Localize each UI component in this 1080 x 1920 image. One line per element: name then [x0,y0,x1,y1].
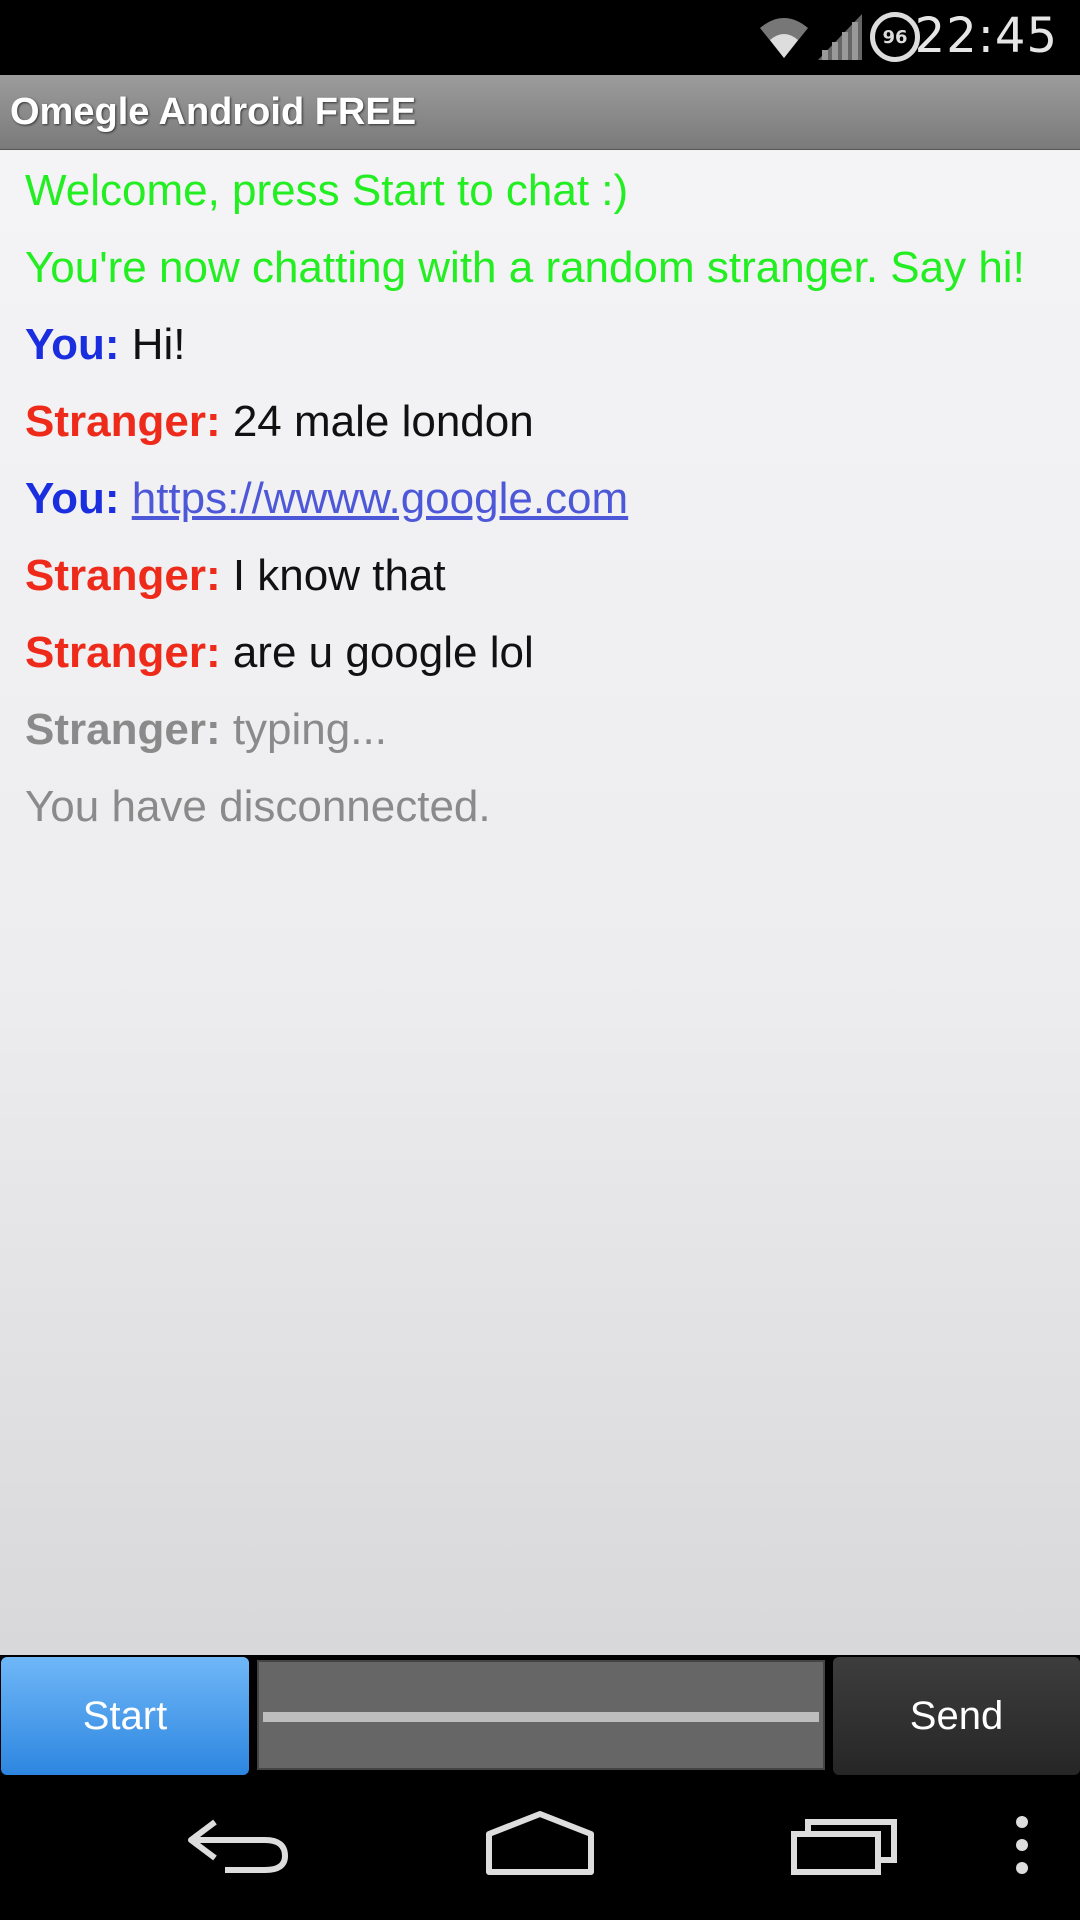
start-button[interactable]: Start [1,1657,249,1775]
speaker-label-you: You: [25,320,120,369]
disconnected-message: You have disconnected. [25,782,491,831]
clock: 22:45 [914,8,1058,64]
chat-message: You: https://wwww.google.com [25,470,1055,527]
speaker-label-stranger: Stranger: [25,397,221,446]
signal-icon [818,14,862,60]
app-title: Omegle Android FREE [10,91,417,133]
app-title-bar: Omegle Android FREE [0,75,1080,150]
typing-text: typing... [232,705,387,754]
message-link[interactable]: https://wwww.google.com [132,474,628,523]
home-icon[interactable] [485,1810,595,1880]
speaker-label-stranger: Stranger: [25,551,221,600]
welcome-message: Welcome, press Start to chat :) [25,166,629,215]
wifi-icon [760,18,808,58]
navigation-bar [0,1780,1080,1920]
chat-log[interactable]: Welcome, press Start to chat :) You're n… [0,150,1080,1655]
message-text: 24 male london [232,397,534,446]
chat-message: Stranger: are u google lol [25,624,1055,681]
typing-indicator: Stranger: typing... [25,701,1055,758]
chat-controls: Start Send [0,1655,1080,1780]
back-icon[interactable] [185,1810,291,1880]
input-underline [263,1712,819,1722]
chat-message: Stranger: I know that [25,547,1055,604]
speaker-label-stranger: Stranger: [25,628,221,677]
speaker-label-you: You: [25,474,120,523]
message-text: Hi! [131,320,186,369]
chat-message: Stranger: 24 male london [25,393,1055,450]
message-text: I know that [232,551,446,600]
status-bar: 96 22:45 [0,0,1080,75]
speaker-label-stranger: Stranger: [25,705,221,754]
chat-message: You: Hi! [25,316,1055,373]
overflow-menu-icon[interactable] [1010,1810,1034,1880]
connected-message: You're now chatting with a random strang… [25,243,1025,292]
battery-icon: 96 [870,12,920,62]
status-icons: 96 [758,12,920,62]
send-button[interactable]: Send [833,1657,1080,1775]
message-input[interactable] [257,1660,825,1770]
recent-apps-icon[interactable] [790,1810,900,1880]
message-text: are u google lol [232,628,534,677]
